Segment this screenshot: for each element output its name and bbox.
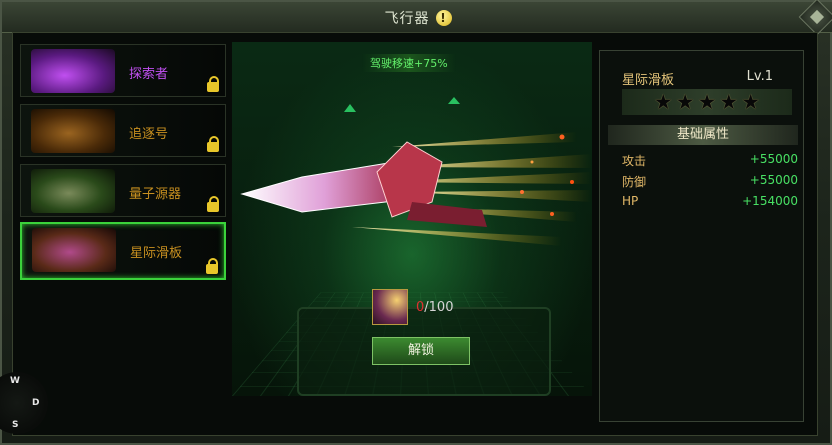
lock-icon bbox=[207, 196, 219, 212]
fragment-icon[interactable] bbox=[372, 289, 408, 325]
aircraft-name: 量子源器 bbox=[129, 187, 182, 202]
aircraft-name: 探索者 bbox=[129, 67, 169, 82]
aircraft-level: Lv.1 bbox=[746, 69, 773, 84]
attribute-name: 攻击 bbox=[622, 154, 647, 168]
compass-d: D bbox=[32, 398, 40, 408]
lock-icon bbox=[207, 136, 219, 152]
compass-s: S bbox=[12, 420, 19, 430]
aircraft-dialog: 飞行器 ! 探索者 追逐号 量子源器 星际滑板 驾驶移速+75% 0/100 解… bbox=[0, 0, 832, 445]
aircraft-thumbnail bbox=[31, 49, 115, 93]
star-icon: ★ bbox=[741, 89, 761, 114]
speed-bonus-label: 驾驶移速+75% bbox=[362, 54, 456, 72]
attributes-header: 基础属性 bbox=[608, 125, 798, 145]
attribute-name: HP bbox=[622, 194, 639, 208]
unlock-button[interactable]: 解锁 bbox=[372, 337, 470, 365]
aircraft-item-explorer[interactable]: 探索者 bbox=[20, 44, 226, 97]
star-rating: ★ ★ ★ ★ ★ bbox=[622, 89, 792, 115]
star-icon: ★ bbox=[697, 89, 717, 114]
lock-icon bbox=[207, 76, 219, 92]
aircraft-list: 探索者 追逐号 量子源器 星际滑板 bbox=[20, 44, 230, 287]
unlock-cost: 0/100 bbox=[372, 289, 453, 325]
attribute-value: +55000 bbox=[749, 173, 798, 187]
titlebar: 飞行器 ! bbox=[2, 0, 832, 36]
aircraft-item-chaser[interactable]: 追逐号 bbox=[20, 104, 226, 157]
lock-icon bbox=[206, 258, 218, 274]
aircraft-thumbnail bbox=[31, 169, 115, 213]
aircraft-item-skateboard[interactable]: 星际滑板 bbox=[20, 222, 226, 280]
compass-w: W bbox=[10, 376, 20, 386]
aircraft-item-quantum[interactable]: 量子源器 bbox=[20, 164, 226, 217]
info-icon[interactable]: ! bbox=[435, 10, 452, 26]
attribute-value: +55000 bbox=[749, 152, 798, 166]
attribute-name: 防御 bbox=[622, 175, 647, 189]
fragment-required: /100 bbox=[424, 299, 454, 315]
aircraft-name: 追逐号 bbox=[129, 127, 169, 142]
star-icon: ★ bbox=[653, 89, 673, 114]
aircraft-thumbnail bbox=[31, 109, 115, 153]
aircraft-info-panel: 星际滑板 Lv.1 ★ ★ ★ ★ ★ 基础属性 攻击 +55000 防御 +5… bbox=[599, 50, 804, 422]
dialog-title: 飞行器 bbox=[384, 11, 430, 27]
close-icon[interactable] bbox=[798, 0, 832, 36]
attribute-value: +154000 bbox=[742, 194, 798, 208]
aircraft-name: 星际滑板 bbox=[130, 246, 183, 261]
star-icon: ★ bbox=[719, 89, 739, 114]
aircraft-title: 星际滑板 bbox=[622, 73, 675, 88]
star-icon: ★ bbox=[675, 89, 695, 114]
aircraft-thumbnail bbox=[32, 228, 116, 272]
